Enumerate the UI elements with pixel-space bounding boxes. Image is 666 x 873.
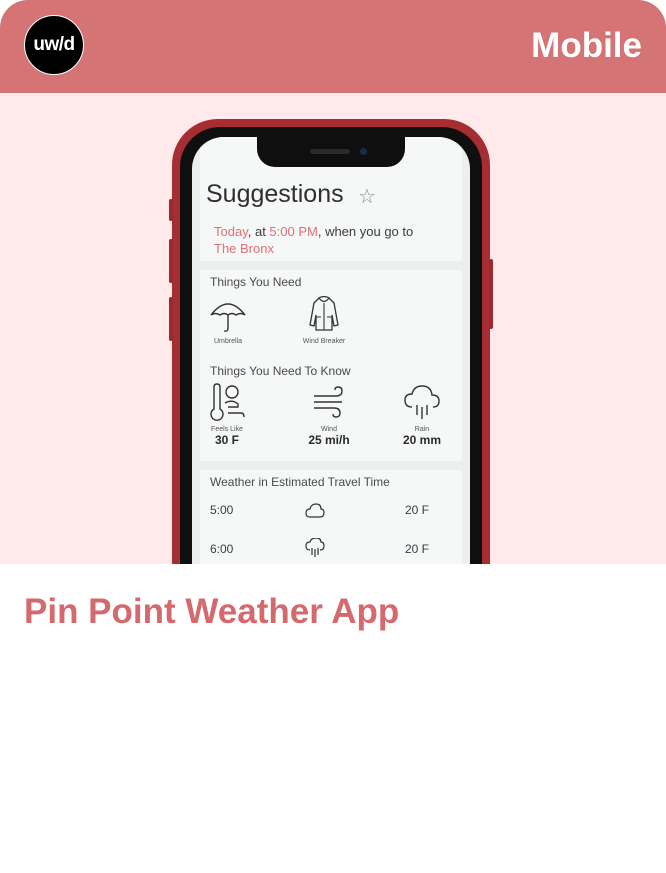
phone-screen: Suggestions ☆ Today, at 5:00 PM, when yo… xyxy=(192,137,470,564)
phone-speaker xyxy=(310,149,350,154)
uwd-logo[interactable]: uw/d xyxy=(24,15,84,75)
subtitle-rest: , when you go to xyxy=(317,224,414,239)
need-item-label: Umbrella xyxy=(213,338,242,345)
know-item-feels-like[interactable]: Feels Like 30 F xyxy=(202,383,252,447)
rain-cloud-icon xyxy=(305,537,325,561)
know-item-label: Wind xyxy=(321,426,337,433)
subtitle-day: Today xyxy=(214,224,248,239)
card-header: uw/d Mobile xyxy=(0,0,666,93)
trip-subtitle: Today, at 5:00 PM, when you go to xyxy=(214,224,413,239)
phone-camera xyxy=(360,148,367,155)
things-you-need-header: Things You Need xyxy=(210,275,302,289)
phone-bezel: Suggestions ☆ Today, at 5:00 PM, when yo… xyxy=(180,127,482,564)
phone-mockup: Suggestions ☆ Today, at 5:00 PM, when yo… xyxy=(169,119,493,564)
need-item-wind-breaker[interactable]: Wind Breaker xyxy=(300,295,348,345)
page-title: Suggestions xyxy=(206,180,344,208)
need-item-label: Wind Breaker xyxy=(302,338,346,345)
travel-row-temp: 20 F xyxy=(405,503,430,517)
know-item-label: Feels Like xyxy=(211,426,243,433)
know-item-rain[interactable]: Rain 20 mm xyxy=(392,383,452,447)
phone-power-button xyxy=(489,259,493,329)
wind-icon xyxy=(314,386,343,418)
category-label: Mobile xyxy=(531,26,642,65)
subtitle-at: , at xyxy=(247,224,270,239)
phone-volume-down xyxy=(169,297,173,341)
know-item-wind[interactable]: Wind 25 mi/h xyxy=(297,383,361,447)
jacket-icon xyxy=(309,295,339,331)
know-item-value: 25 mi/h xyxy=(308,433,350,447)
cloud-icon xyxy=(305,503,325,522)
know-item-value: 20 mm xyxy=(402,433,442,447)
hero-image: Suggestions ☆ Today, at 5:00 PM, when yo… xyxy=(0,93,666,564)
thermometer-person-icon xyxy=(210,383,245,421)
project-title[interactable]: Pin Point Weather App xyxy=(24,592,399,632)
rain-cloud-icon xyxy=(404,385,440,419)
phone-notch xyxy=(257,137,405,167)
umbrella-icon xyxy=(210,303,246,332)
subtitle-time: 5:00 PM xyxy=(269,224,318,239)
travel-weather-header: Weather in Estimated Travel Time xyxy=(210,475,390,489)
things-to-know-header: Things You Need To Know xyxy=(210,364,351,378)
project-card[interactable]: uw/d Mobile Suggestions ☆ Today, at 5:00… xyxy=(0,0,666,873)
need-item-umbrella[interactable]: Umbrella xyxy=(206,297,250,345)
know-item-label: Rain xyxy=(414,426,430,433)
subtitle-place: The Bronx xyxy=(214,241,274,256)
phone-side-button xyxy=(169,199,173,221)
travel-row-time: 6:00 xyxy=(210,542,234,556)
phone-volume-up xyxy=(169,239,173,283)
travel-row-temp: 20 F xyxy=(405,542,430,556)
star-icon[interactable]: ☆ xyxy=(358,184,376,209)
travel-row-time: 5:00 xyxy=(210,503,234,517)
know-item-value: 30 F xyxy=(214,433,239,447)
